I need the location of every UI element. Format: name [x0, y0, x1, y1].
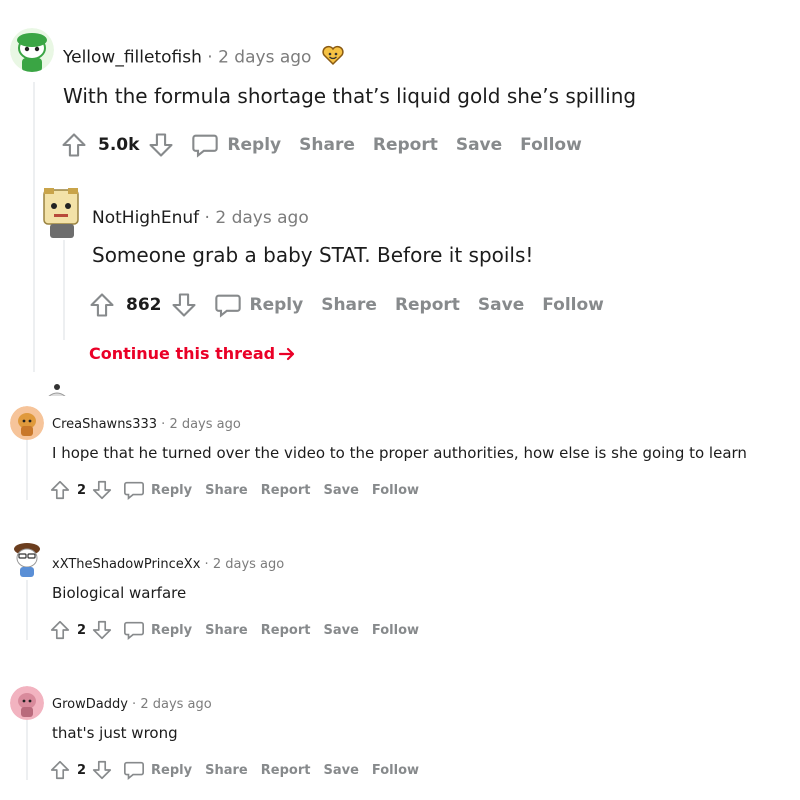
- separator: ·: [132, 697, 137, 712]
- speech-bubble-icon: [192, 134, 219, 158]
- upvote-arrow-icon[interactable]: [49, 759, 71, 781]
- avatar[interactable]: [10, 28, 54, 72]
- vote-score: 862: [126, 295, 162, 315]
- separator: ·: [204, 208, 210, 228]
- comment-body: that's just wrong: [52, 724, 178, 742]
- timestamp[interactable]: 2 days ago: [140, 697, 211, 712]
- reply-button[interactable]: Reply: [123, 479, 192, 501]
- follow-button[interactable]: Follow: [372, 483, 419, 498]
- reply-label: Reply: [151, 482, 193, 498]
- comment-actions: 5.0k Reply Share Report Save Follow: [60, 131, 582, 159]
- downvote-arrow-icon[interactable]: [91, 619, 113, 641]
- avatar: [44, 382, 70, 396]
- follow-button[interactable]: Follow: [372, 623, 419, 638]
- share-button[interactable]: Share: [205, 763, 248, 778]
- comment: NotHighEnuf · 2 days ago Someone grab a …: [0, 180, 800, 380]
- reply-button[interactable]: Reply: [123, 619, 192, 641]
- comment-meta: xXTheShadowPrinceXx · 2 days ago: [52, 557, 284, 572]
- report-button[interactable]: Report: [395, 295, 460, 315]
- separator: ·: [207, 47, 213, 68]
- save-button[interactable]: Save: [323, 483, 358, 498]
- vote-score: 2: [77, 482, 87, 498]
- continue-thread-link[interactable]: Continue this thread: [89, 344, 296, 363]
- speech-bubble-icon: [124, 761, 145, 780]
- vote-score: 5.0k: [98, 135, 140, 155]
- comment-body: Biological warfare: [52, 584, 187, 602]
- comment-actions: 2 Reply Share Report Save Follow: [49, 479, 419, 501]
- comment: CreaShawns333 · 2 days ago I hope that h…: [0, 400, 800, 530]
- comment-body: With the formula shortage that’s liquid …: [63, 84, 637, 108]
- separator: ·: [204, 557, 209, 572]
- follow-button[interactable]: Follow: [520, 135, 582, 155]
- upvote-arrow-icon[interactable]: [49, 479, 71, 501]
- upvote-arrow-icon[interactable]: [60, 131, 88, 159]
- report-button[interactable]: Report: [261, 483, 311, 498]
- avatar[interactable]: [10, 540, 44, 578]
- reply-button[interactable]: Reply: [123, 759, 192, 781]
- reply-button[interactable]: Reply: [214, 291, 304, 319]
- downvote-arrow-icon[interactable]: [147, 131, 175, 159]
- separator: ·: [161, 417, 166, 432]
- share-button[interactable]: Share: [321, 295, 377, 315]
- vote-score: 2: [77, 762, 87, 778]
- username[interactable]: Yellow_filletofish: [63, 48, 202, 68]
- username[interactable]: NotHighEnuf: [92, 208, 199, 228]
- report-button[interactable]: Report: [373, 135, 438, 155]
- vote-score: 2: [77, 622, 87, 638]
- follow-button[interactable]: Follow: [372, 763, 419, 778]
- comment: GrowDaddy · 2 days ago that's just wrong…: [0, 680, 800, 800]
- share-button[interactable]: Share: [205, 483, 248, 498]
- downvote-arrow-icon[interactable]: [170, 291, 198, 319]
- timestamp[interactable]: 2 days ago: [213, 557, 284, 572]
- upvote-arrow-icon[interactable]: [88, 291, 116, 319]
- upvote-arrow-icon[interactable]: [49, 619, 71, 641]
- share-button[interactable]: Share: [205, 623, 248, 638]
- report-button[interactable]: Report: [261, 763, 311, 778]
- save-button[interactable]: Save: [478, 295, 524, 315]
- save-button[interactable]: Save: [323, 763, 358, 778]
- save-button[interactable]: Save: [456, 135, 502, 155]
- downvote-arrow-icon[interactable]: [91, 759, 113, 781]
- save-button[interactable]: Save: [323, 623, 358, 638]
- follow-button[interactable]: Follow: [542, 295, 604, 315]
- comment-body: I hope that he turned over the video to …: [52, 444, 747, 462]
- speech-bubble-icon: [214, 294, 241, 318]
- comment-actions: 2 Reply Share Report Save Follow: [49, 619, 419, 641]
- avatar[interactable]: [10, 406, 44, 440]
- comment-meta: CreaShawns333 · 2 days ago: [52, 417, 241, 432]
- comment-body: Someone grab a baby STAT. Before it spoi…: [92, 243, 534, 267]
- report-button[interactable]: Report: [261, 623, 311, 638]
- downvote-arrow-icon[interactable]: [91, 479, 113, 501]
- comment: xXTheShadowPrinceXx · 2 days ago Biologi…: [0, 540, 800, 670]
- username[interactable]: xXTheShadowPrinceXx: [52, 557, 200, 572]
- share-button[interactable]: Share: [299, 135, 355, 155]
- comment-actions: 2 Reply Share Report Save Follow: [49, 759, 419, 781]
- username[interactable]: CreaShawns333: [52, 417, 157, 432]
- avatar[interactable]: [40, 184, 84, 240]
- arrow-right-icon: [279, 347, 295, 360]
- timestamp[interactable]: 2 days ago: [215, 208, 308, 228]
- speech-bubble-icon: [124, 481, 145, 500]
- reply-label: Reply: [249, 295, 304, 315]
- comment-meta: GrowDaddy · 2 days ago: [52, 697, 212, 712]
- reply-label: Reply: [151, 762, 193, 778]
- reply-label: Reply: [151, 622, 193, 638]
- username[interactable]: GrowDaddy: [52, 697, 128, 712]
- comment: Yellow_filletofish · 2 days ago With the…: [0, 0, 800, 180]
- timestamp[interactable]: 2 days ago: [169, 417, 240, 432]
- reply-label: Reply: [227, 135, 282, 155]
- comment-meta: Yellow_filletofish · 2 days ago: [63, 44, 345, 71]
- timestamp[interactable]: 2 days ago: [218, 48, 311, 68]
- comment-actions: 862 Reply Share Report Save Follow: [88, 291, 604, 319]
- speech-bubble-icon: [124, 621, 145, 640]
- avatar[interactable]: [10, 686, 44, 720]
- reply-button[interactable]: Reply: [191, 131, 281, 159]
- continue-thread-label: Continue this thread: [89, 344, 276, 363]
- comment-meta: NotHighEnuf · 2 days ago: [92, 208, 309, 228]
- award-icon[interactable]: [321, 44, 345, 71]
